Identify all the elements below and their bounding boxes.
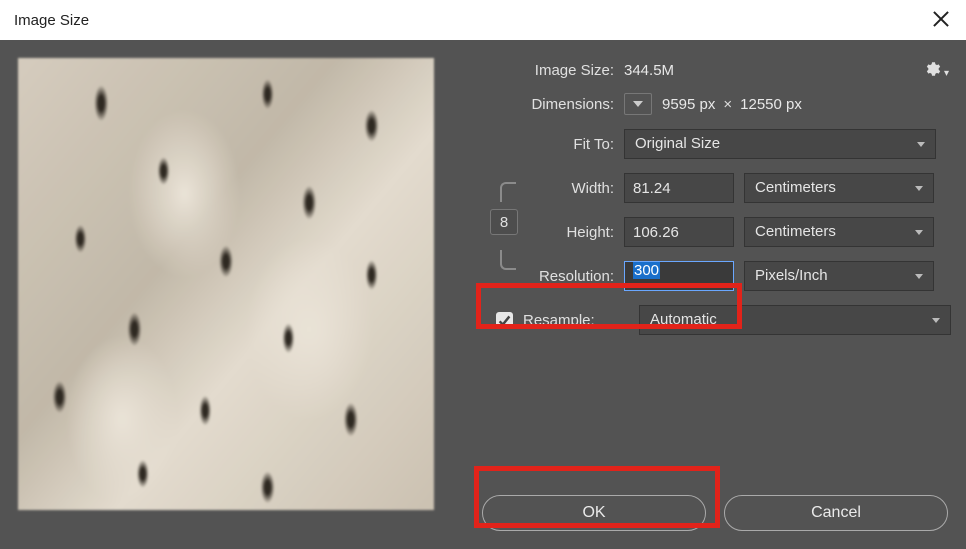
image-preview[interactable] [18,58,434,510]
chevron-down-icon [915,274,923,279]
height-unit-value: Centimeters [755,218,836,246]
cancel-button[interactable]: Cancel [724,495,948,531]
image-size-label: Image Size: [444,62,614,79]
ok-button[interactable]: OK [482,495,706,531]
resolution-unit-value: Pixels/Inch [755,262,828,290]
gear-icon[interactable]: ▾ [923,60,945,82]
resolution-unit-select[interactable]: Pixels/Inch [744,261,934,291]
dialog-buttons: OK Cancel [482,495,948,531]
constrain-proportions-icon[interactable]: 8 [490,209,518,235]
dimensions-unit-dropdown[interactable] [624,93,652,115]
dialog-title: Image Size [14,12,89,29]
dimensions-label: Dimensions: [444,96,614,113]
dimensions-height: 12550 px [740,96,802,113]
dimensions-width: 9595 px [662,96,715,113]
chevron-down-icon [915,230,923,235]
fit-to-select[interactable]: Original Size [624,129,936,159]
chevron-down-icon [917,142,925,147]
close-icon[interactable] [930,8,952,30]
dimension-group: 8 Width: Centimeters Height: [434,173,951,291]
width-input[interactable] [624,173,734,203]
times-icon: × [723,96,732,113]
title-bar: Image Size [0,0,966,40]
resolution-input[interactable]: 300 [624,261,734,291]
dialog-body: ▾ Image Size: 344.5M Dimensions: 9595 px… [0,40,966,549]
image-size-value: 344.5M [624,62,674,79]
resolution-label: Resolution: [530,268,614,285]
width-unit-value: Centimeters [755,174,836,202]
chevron-down-icon [915,186,923,191]
resample-label: Resample: [523,312,629,329]
resolution-value: 300 [633,262,660,279]
resample-checkbox[interactable] [496,312,513,329]
resample-select[interactable]: Automatic [639,305,951,335]
chevron-down-icon [633,101,643,107]
height-unit-select[interactable]: Centimeters [744,217,934,247]
fit-to-value: Original Size [635,130,720,158]
width-unit-select[interactable]: Centimeters [744,173,934,203]
chevron-down-icon [932,318,940,323]
resample-value: Automatic [650,306,717,334]
height-input[interactable] [624,217,734,247]
width-label: Width: [530,180,614,197]
image-size-dialog: Image Size ▾ Image Size: 344.5M Dimensio… [0,0,966,549]
fit-to-label: Fit To: [444,136,614,153]
settings-pane: ▾ Image Size: 344.5M Dimensions: 9595 px… [434,58,951,549]
height-label: Height: [530,224,614,241]
